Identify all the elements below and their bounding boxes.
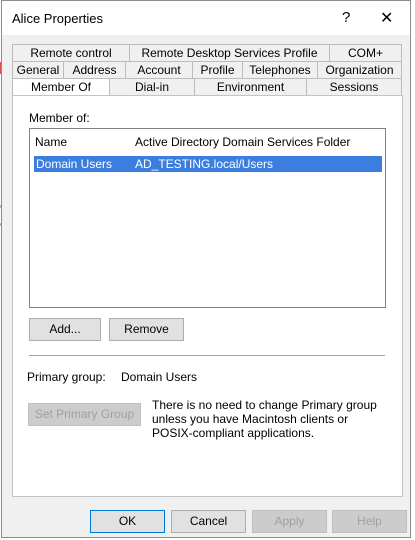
add-button[interactable]: Add... [29,318,101,341]
tab-remote-desktop-services-profile[interactable]: Remote Desktop Services Profile [130,44,330,61]
cancel-button[interactable]: Cancel [171,510,246,533]
member-of-list[interactable]: Name Active Directory Domain Services Fo… [29,128,386,308]
member-of-panel: Member of: Name Active Directory Domain … [12,95,403,497]
remove-button[interactable]: Remove [109,318,184,341]
tab-remote-control[interactable]: Remote control [12,44,130,61]
tab-profile[interactable]: Profile [193,61,243,78]
tab-general[interactable]: General [12,61,64,78]
help-icon[interactable]: ? [342,9,350,26]
list-header: Name Active Directory Domain Services Fo… [30,129,385,153]
divider [29,355,385,356]
tab-account[interactable]: Account [126,61,193,78]
properties-dialog: Alice Properties ? ✕ Remote control Remo… [1,0,411,538]
list-item-folder: AD_TESTING.local/Users [135,157,274,171]
tab-environment[interactable]: Environment [195,78,307,95]
tab-member-of[interactable]: Member Of [12,78,110,96]
tab-row-2: General Address Account Profile Telephon… [12,61,402,78]
member-of-label: Member of: [29,111,90,125]
window-title: Alice Properties [12,11,104,26]
list-item[interactable]: Domain Users AD_TESTING.local/Users [34,156,382,172]
tab-row-1: Remote control Remote Desktop Services P… [12,44,402,61]
primary-group-value: Domain Users [121,370,198,384]
set-primary-group-button[interactable]: Set Primary Group [28,403,141,426]
column-header-name[interactable]: Name [35,135,67,149]
tab-dial-in[interactable]: Dial-in [110,78,195,95]
help-button[interactable]: Help [332,510,407,533]
tab-telephones[interactable]: Telephones [243,61,318,78]
tab-organization[interactable]: Organization [318,61,402,78]
tab-sessions[interactable]: Sessions [307,78,402,95]
apply-button[interactable]: Apply [252,510,327,533]
title-bar: Alice Properties ? ✕ [2,1,410,35]
list-item-name: Domain Users [36,157,113,171]
close-icon[interactable]: ✕ [380,8,393,28]
tab-address[interactable]: Address [64,61,126,78]
primary-group-label: Primary group: [27,370,106,384]
ok-button[interactable]: OK [90,510,165,533]
tab-row-3: Member Of Dial-in Environment Sessions [12,78,402,96]
column-header-folder[interactable]: Active Directory Domain Services Folder [135,135,350,149]
tab-com-plus[interactable]: COM+ [330,44,402,61]
primary-group-note: There is no need to change Primary group… [152,398,377,440]
